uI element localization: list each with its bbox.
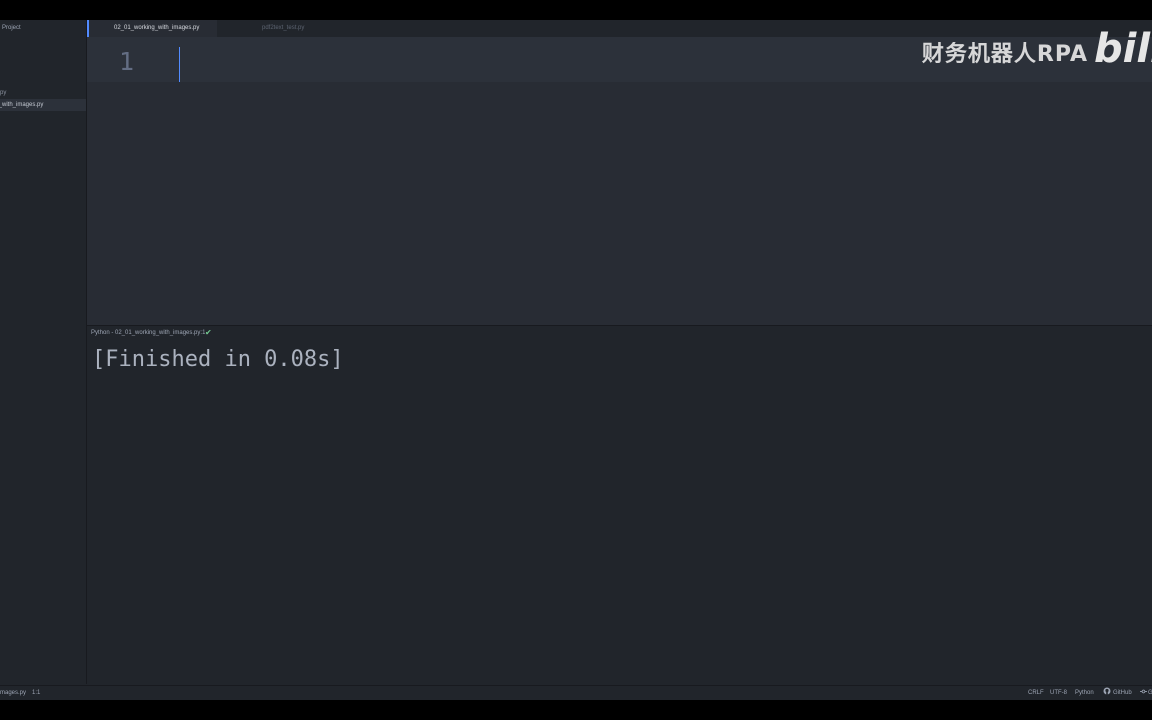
text-cursor	[179, 47, 180, 82]
status-grammar[interactable]: Python	[1075, 686, 1094, 700]
svg-text:bili: bili	[1094, 26, 1152, 70]
status-git[interactable]: G	[1148, 686, 1152, 700]
sidebar-file-item[interactable]: es.py	[0, 87, 86, 99]
code-editor[interactable]: 1	[87, 37, 1152, 327]
status-github[interactable]: GitHub	[1113, 686, 1132, 700]
status-encoding[interactable]: UTF-8	[1050, 686, 1067, 700]
output-panel-title: Python - 02_01_working_with_images.py:1	[91, 330, 206, 336]
status-bar: mages.py 1:1 CRLF UTF-8 Python GitHub G	[0, 685, 1152, 700]
status-file-name[interactable]: mages.py	[0, 686, 26, 700]
output-text: [Finished in 0.08s]	[92, 347, 344, 372]
project-sidebar: Project es.py ng_with_images.py	[0, 20, 87, 684]
tab-pdf2text-test[interactable]: pdf2text_test.py	[262, 20, 372, 37]
sidebar-file-item-selected[interactable]: ng_with_images.py	[0, 99, 86, 111]
tab-working-with-images[interactable]: 02_01_working_with_images.py	[87, 20, 217, 37]
status-cursor-position[interactable]: 1:1	[32, 686, 40, 700]
bilibili-logo: bili	[1094, 22, 1152, 70]
output-panel: [Finished in 0.08s]	[87, 340, 1152, 685]
watermark-text: 财务机器人RPA	[921, 42, 1088, 67]
git-icon[interactable]	[1140, 686, 1147, 700]
editor-window: Project es.py ng_with_images.py 02_01_wo…	[0, 20, 1152, 700]
output-panel-header: Python - 02_01_working_with_images.py:1 …	[87, 325, 1152, 340]
check-icon: ✔	[205, 328, 212, 337]
github-icon[interactable]	[1103, 686, 1111, 700]
sidebar-title: Project	[2, 25, 21, 31]
line-number: 1	[119, 47, 135, 76]
status-line-ending[interactable]: CRLF	[1028, 686, 1044, 700]
